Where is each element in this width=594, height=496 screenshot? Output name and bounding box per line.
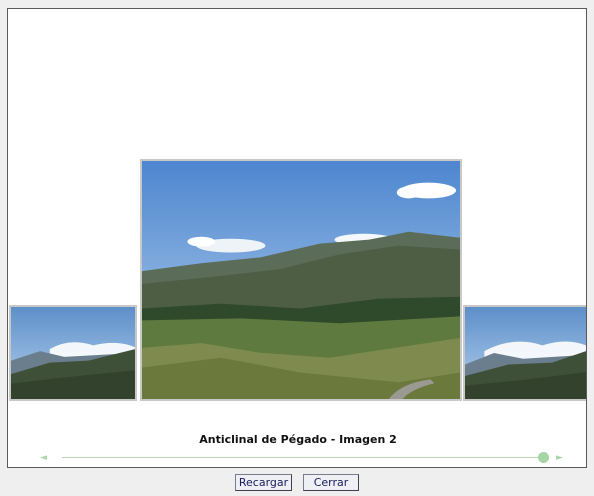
photo-caption: Anticlinal de Pégado - Imagen 2: [199, 433, 397, 446]
next-arrow-icon[interactable]: ►: [556, 452, 563, 464]
main-photo[interactable]: [140, 159, 462, 401]
image-viewer: Anticlinal de Pégado - Imagen 2 ◄ ►: [7, 8, 587, 468]
previous-photo-thumbnail[interactable]: [9, 305, 137, 401]
slider-track[interactable]: [62, 457, 542, 458]
previous-arrow-icon[interactable]: ◄: [40, 452, 47, 464]
next-photo-thumbnail[interactable]: [463, 305, 586, 401]
slider-handle[interactable]: [538, 452, 549, 463]
close-button[interactable]: Cerrar: [303, 474, 359, 491]
reload-button[interactable]: Recargar: [235, 474, 292, 491]
